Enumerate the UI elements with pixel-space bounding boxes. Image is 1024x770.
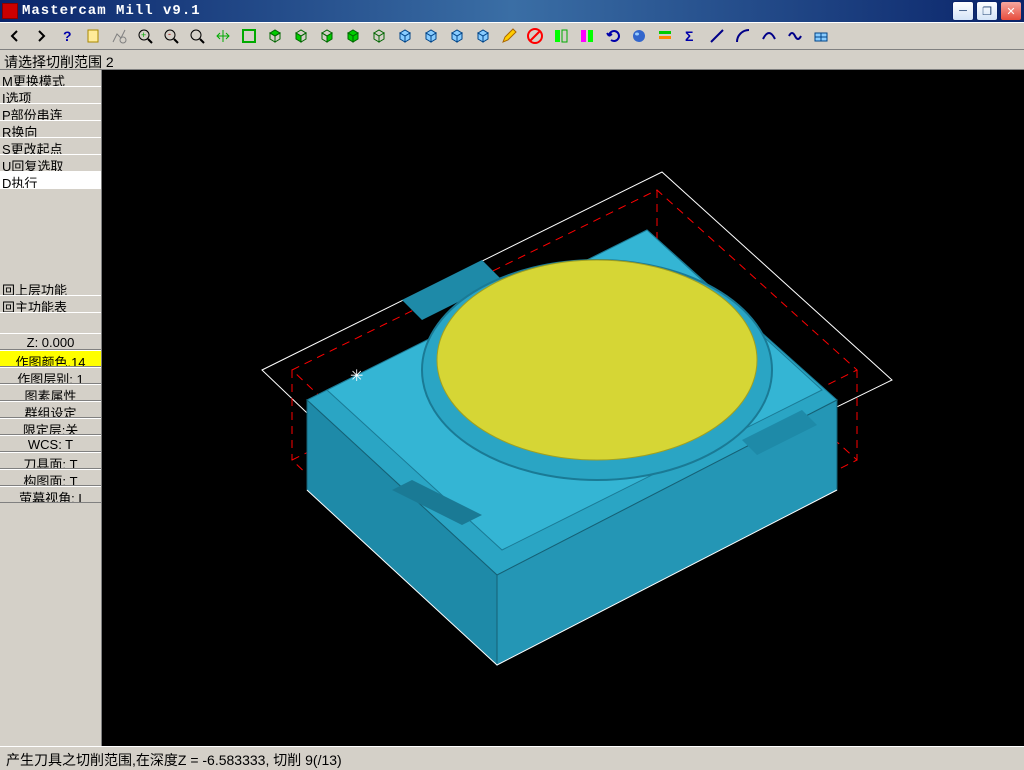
zoom-out-icon[interactable]: - [158,24,184,48]
status-attr[interactable]: 图素属性 [0,384,101,401]
status-group[interactable]: 群组设定 [0,401,101,418]
svg-text:Σ: Σ [685,28,693,44]
cube7-icon[interactable] [418,24,444,48]
curve-icon[interactable] [756,24,782,48]
window-title: Mastercam Mill v9.1 [22,3,952,19]
status-limit[interactable]: 限定层:关 [0,418,101,435]
svg-text:?: ? [63,28,72,44]
status-wcs[interactable]: WCS: T [0,435,101,452]
viewport[interactable]: ✳ [102,70,1024,746]
svg-text:+: + [141,30,146,40]
zoom-in-icon[interactable]: + [132,24,158,48]
menu-main[interactable]: 回主功能表 [0,296,101,313]
help-icon[interactable]: ? [54,24,80,48]
sigma-icon[interactable]: Σ [678,24,704,48]
status-tool[interactable]: 刀具面: T [0,452,101,469]
menu-spacer [0,189,101,279]
close-button[interactable]: ✕ [1000,1,1022,21]
arc-icon[interactable] [730,24,756,48]
maximize-button[interactable]: ❐ [976,1,998,21]
cube-top-icon[interactable] [262,24,288,48]
screen1-icon[interactable] [548,24,574,48]
window-buttons: ─ ❐ ✕ [952,1,1022,21]
menu-unselect[interactable]: U回复选取 [0,155,101,172]
menu-spacer2 [0,313,101,333]
menu-options[interactable]: I选项 [0,87,101,104]
status-z[interactable]: Z: 0.000 [0,333,101,350]
window-icon[interactable] [236,24,262,48]
status-level[interactable]: 作图层别: 1 [0,367,101,384]
svg-text:-: - [168,29,171,39]
spline-icon[interactable] [782,24,808,48]
arrow-right-icon[interactable] [28,24,54,48]
analyze-icon[interactable] [106,24,132,48]
app-icon [2,3,18,19]
menu-backup[interactable]: 回上层功能 [0,279,101,296]
no-redraw-icon[interactable] [522,24,548,48]
status-cplane[interactable]: 构图面: T [0,469,101,486]
prompt-bar: 请选择切削范围 2 [0,50,1024,70]
menu-change-mode[interactable]: M更换模式 [0,70,101,87]
status-text: 产生刀具之切削范围,在深度Z = -6.583333, 切削 9(/13) [6,752,342,768]
surface-icon[interactable] [808,24,834,48]
cube5-icon[interactable] [366,24,392,48]
arrow-left-icon[interactable] [2,24,28,48]
menu-partial-chain[interactable]: P部份串连 [0,104,101,121]
cube-side-icon[interactable] [314,24,340,48]
menu-done[interactable]: D执行 [0,172,101,189]
sphere-icon[interactable] [626,24,652,48]
minimize-button[interactable]: ─ [952,1,974,21]
title-bar: Mastercam Mill v9.1 ─ ❐ ✕ [0,0,1024,22]
status-bar: 产生刀具之切削范围,在深度Z = -6.583333, 切削 9(/13) [0,746,1024,768]
cube-front-icon[interactable] [288,24,314,48]
main-toolbar: ? + - Σ [0,22,1024,50]
status-color[interactable]: 作图颜色.14 [0,350,101,367]
sidebar: M更换模式 I选项 P部份串连 R换向 S更改起点 U回复选取 D执行 回上层功… [0,70,102,746]
cube-iso-icon[interactable] [340,24,366,48]
menu-change-start[interactable]: S更改起点 [0,138,101,155]
undo-icon[interactable] [600,24,626,48]
cube6-icon[interactable] [392,24,418,48]
zoom-fit-icon[interactable] [184,24,210,48]
cube9-icon[interactable] [470,24,496,48]
pan-icon[interactable] [210,24,236,48]
prompt-text: 请选择切削范围 2 [4,54,114,70]
main-area: M更换模式 I选项 P部份串连 R换向 S更改起点 U回复选取 D执行 回上层功… [0,70,1024,746]
pencil-icon[interactable] [496,24,522,48]
menu-reverse[interactable]: R换向 [0,121,101,138]
screen2-icon[interactable] [574,24,600,48]
status-screen[interactable]: 萤幕视角: I [0,486,101,503]
line-icon[interactable] [704,24,730,48]
file-icon[interactable] [80,24,106,48]
model-view [102,70,1022,746]
ops-icon[interactable] [652,24,678,48]
cube8-icon[interactable] [444,24,470,48]
